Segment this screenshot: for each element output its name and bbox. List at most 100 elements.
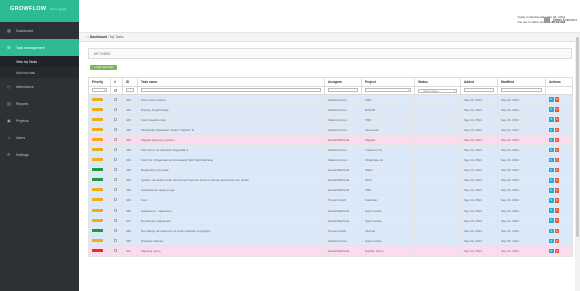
table-row[interactable]: 429 Suro Tomas Fratch Surorban Sep 24, 2014 S… <box>88 194 573 207</box>
task-name-cell[interactable]: System na elektronicke dorucenych server… <box>137 174 325 186</box>
sidebar-item-users[interactable]: ☺ Users <box>0 129 79 146</box>
filter-task-name[interactable] <box>137 86 325 95</box>
column-header-project[interactable]: Project <box>361 77 415 87</box>
task-name-cell[interactable]: Na niadyjo na medyoch so trusci uptarish… <box>137 225 325 237</box>
table-row[interactable]: 433 Registracny formular Haruki Bachurik Sl… <box>88 164 573 176</box>
delete-icon[interactable]: ✕ <box>554 137 559 143</box>
table-row[interactable]: 430 Arbolenia sk: layky a sojo Haruki Bach… <box>88 184 573 196</box>
table-row[interactable]: 432 Flagtda (praynmy system Haruki Bachuri… <box>88 134 573 146</box>
user-menu[interactable]: Stefan Kozuma ▾ <box>543 17 577 23</box>
delete-icon[interactable]: ✕ <box>554 97 559 102</box>
task-name-cell[interactable]: Fwd: Hiasicko kopi <box>137 114 325 126</box>
row-checkbox[interactable] <box>114 97 117 101</box>
sidebar-item-view-my-tasks[interactable]: View my Tasks <box>0 56 79 67</box>
add-task-button[interactable]: + Add new task <box>90 65 118 70</box>
delete-icon[interactable]: ✕ <box>554 167 559 173</box>
table-row[interactable]: 427 Dorodeane Ugtownere Haruki Bachurik Ugt… <box>88 215 573 227</box>
table-row[interactable]: 421 Flgivaca meno Haruki Bachurik Garden Fo… <box>88 245 573 257</box>
delete-icon[interactable]: ✕ <box>554 248 559 254</box>
row-checkbox[interactable] <box>114 117 117 121</box>
filter-assignee[interactable] <box>324 86 362 95</box>
table-row[interactable]: 425 Prtprava dorlesa Stefan Kozma Ugtvn ank… <box>88 235 573 247</box>
edit-icon[interactable]: ✎ <box>549 218 554 223</box>
select-cell[interactable] <box>110 225 123 237</box>
filter-modified[interactable] <box>497 86 546 95</box>
edit-icon[interactable]: ✎ <box>549 238 554 244</box>
delete-icon[interactable]: ✕ <box>554 198 559 203</box>
edit-icon[interactable]: ✎ <box>549 137 554 143</box>
table-row[interactable]: 435 Fwd: Error na transpart obgrlatda.d St… <box>88 144 573 156</box>
select-cell[interactable] <box>110 205 123 217</box>
delete-icon[interactable]: ✕ <box>554 157 559 163</box>
column-header-priority[interactable]: Priority <box>88 77 111 87</box>
filter-added[interactable] <box>460 86 498 95</box>
table-row[interactable]: 434 Fwd: Re: Obgaridea.sk Dorodeady SEO O… <box>88 154 573 166</box>
delete-icon[interactable]: ✕ <box>554 238 559 244</box>
sidebar-item-settings[interactable]: ⚙ Settings <box>0 146 79 163</box>
row-checkbox[interactable] <box>114 137 117 141</box>
edit-icon[interactable]: ✎ <box>549 107 554 112</box>
filter-priority[interactable] <box>88 86 111 95</box>
select-cell[interactable] <box>110 245 123 257</box>
page-scrollbar[interactable] <box>575 33 580 291</box>
select-cell[interactable] <box>110 114 123 126</box>
select-cell[interactable] <box>110 104 123 116</box>
row-checkbox[interactable] <box>114 218 117 222</box>
breadcrumb-home[interactable]: Dashboard <box>90 35 107 39</box>
row-checkbox[interactable] <box>114 168 117 172</box>
sidebar-item-dashboard[interactable]: ▦ Dashboard <box>0 22 79 39</box>
delete-icon[interactable]: ✕ <box>554 228 559 234</box>
task-name-cell[interactable]: Flgivaca meno <box>137 245 325 257</box>
task-name-cell[interactable]: Fwd: Re: Obgaridea.sk Dorodeady SEO Opti… <box>137 154 325 166</box>
delete-icon[interactable]: ✕ <box>554 208 559 213</box>
edit-icon[interactable]: ✎ <box>549 228 554 234</box>
edit-icon[interactable]: ✎ <box>549 147 554 153</box>
app-logo[interactable]: GROWFLOW let it grow <box>0 0 79 22</box>
select-cell[interactable] <box>110 154 123 166</box>
task-name-cell[interactable]: Obcasnike objednani "Hasa " hajzlav" D <box>137 124 325 136</box>
column-header-id[interactable]: ID <box>122 77 138 87</box>
filter-status[interactable]: -- Select status -- <box>414 86 461 95</box>
filter-project[interactable] <box>361 86 415 95</box>
task-name-cell[interactable]: Ugtownere - nebesinny <box>137 205 325 217</box>
edit-icon[interactable]: ✎ <box>549 178 554 183</box>
edit-icon[interactable]: ✎ <box>549 167 554 173</box>
row-checkbox[interactable] <box>114 127 117 131</box>
task-name-cell[interactable]: Prepisy Organizacije <box>137 104 325 116</box>
edit-icon[interactable]: ✎ <box>549 248 554 254</box>
row-checkbox[interactable] <box>114 148 117 152</box>
select-cell[interactable] <box>110 235 123 247</box>
select-cell[interactable] <box>110 174 123 186</box>
row-checkbox[interactable] <box>114 188 117 192</box>
edit-icon[interactable]: ✎ <box>549 157 554 163</box>
select-cell[interactable] <box>110 134 123 146</box>
table-row[interactable]: 443 Fwd: Idi for picture Stefan Kozma TMK Se… <box>88 93 573 106</box>
task-name-cell[interactable]: Fwd: Error na transpart obgrlatda.d <box>137 144 325 156</box>
edit-icon[interactable]: ✎ <box>549 97 554 102</box>
column-header-actions[interactable]: Actions <box>545 77 573 87</box>
delete-icon[interactable]: ✕ <box>554 127 559 133</box>
edit-icon[interactable]: ✎ <box>549 127 554 133</box>
column-header-task-name[interactable]: Task name <box>137 77 325 87</box>
delete-icon[interactable]: ✕ <box>554 107 559 112</box>
select-cell[interactable] <box>110 93 123 106</box>
column-header-assignee[interactable]: Assignee <box>324 77 362 87</box>
edit-icon[interactable]: ✎ <box>549 188 554 193</box>
task-name-cell[interactable]: Registracny formular <box>137 164 325 176</box>
row-checkbox[interactable] <box>114 238 117 242</box>
column-header-status[interactable]: Status <box>414 77 461 87</box>
table-row[interactable]: 440 Fwd: Hiasicko kopi Stefan Kozma TMK Sep … <box>88 114 573 126</box>
edit-icon[interactable]: ✎ <box>549 117 554 122</box>
delete-icon[interactable]: ✕ <box>554 218 559 223</box>
delete-icon[interactable]: ✕ <box>554 188 559 193</box>
task-name-cell[interactable]: Fwd: Idi for picture <box>137 93 325 106</box>
sidebar-item-task-management[interactable]: ☰ Task management <box>0 39 79 56</box>
table-row[interactable]: 441 Prepisy Organizacije Stefan Kozma ESKUB… <box>88 104 573 116</box>
row-checkbox[interactable] <box>114 198 117 202</box>
row-checkbox[interactable] <box>114 208 117 212</box>
delete-icon[interactable]: ✕ <box>554 117 559 122</box>
sidebar-item-reports[interactable]: ▤ Reports <box>0 95 79 112</box>
column-header-modified[interactable]: Modified <box>497 77 546 87</box>
task-name-cell[interactable]: Prtprava dorlesa <box>137 235 325 247</box>
select-cell[interactable] <box>110 124 123 136</box>
